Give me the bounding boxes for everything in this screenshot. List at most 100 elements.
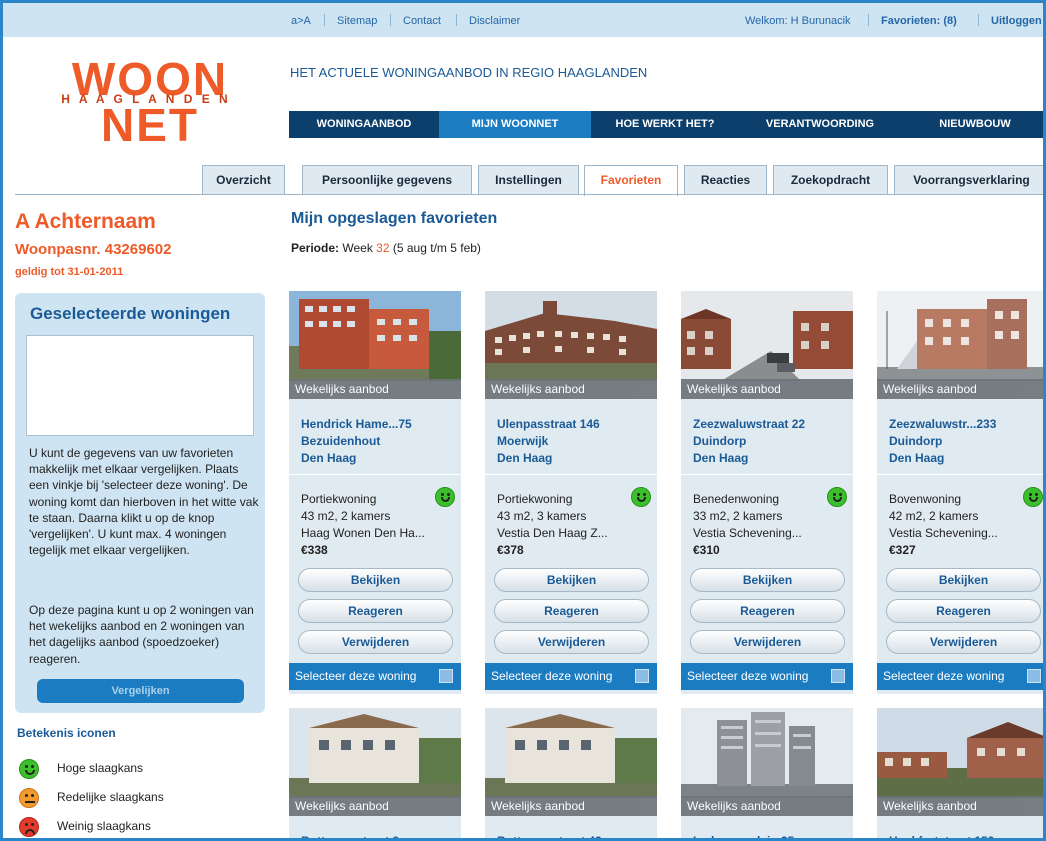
house-photo[interactable] bbox=[485, 708, 657, 798]
react-button[interactable]: Reageren bbox=[690, 599, 845, 623]
offer-label: Wekelijks aanbod bbox=[877, 796, 1043, 816]
legend-high: Hoge slaagkans bbox=[57, 761, 144, 775]
tab-persoonlijke-gegevens[interactable]: Persoonlijke gegevens bbox=[302, 165, 472, 195]
woonnet-logo[interactable]: WOON H A A G L A N D E N NET bbox=[21, 53, 271, 151]
view-button[interactable]: Bekijken bbox=[494, 568, 649, 592]
nav-verantwoording[interactable]: VERANTWOORDING bbox=[739, 111, 901, 138]
account-tabs: Overzicht Persoonlijke gegevens Instelli… bbox=[3, 165, 1043, 196]
housing-corp: Vestia Den Haag Z... bbox=[497, 526, 608, 540]
select-home-checkbox[interactable] bbox=[1027, 669, 1041, 683]
site-tagline: HET ACTUELE WONINGAANBOD IN REGIO HAAGLA… bbox=[290, 65, 648, 80]
remove-button[interactable]: Verwijderen bbox=[298, 630, 453, 654]
house-photo[interactable] bbox=[681, 708, 853, 798]
high-chance-icon bbox=[435, 487, 455, 507]
react-button[interactable]: Reageren bbox=[298, 599, 453, 623]
details-block: Portiekwoning 43 m2, 3 kamers Vestia Den… bbox=[497, 491, 608, 559]
select-home-label[interactable]: Selecteer deze woning bbox=[681, 663, 853, 690]
select-home-checkbox[interactable] bbox=[635, 669, 649, 683]
city: Den Haag bbox=[301, 451, 357, 465]
home-type: Portiekwoning bbox=[301, 492, 377, 506]
address-block[interactable]: Zeezwaluwstr...233 Duindorp Den Haag bbox=[889, 416, 996, 467]
rent-price: €327 bbox=[889, 543, 916, 557]
period-week-word: Week bbox=[342, 241, 373, 255]
tab-favorieten[interactable]: Favorieten bbox=[584, 165, 678, 196]
period-range: (5 aug t/m 5 feb) bbox=[392, 241, 481, 255]
tab-voorrangsverklaring[interactable]: Voorrangsverklaring bbox=[894, 165, 1043, 195]
house-photo[interactable] bbox=[681, 291, 853, 381]
house-photo[interactable] bbox=[289, 708, 461, 798]
tab-zoekopdracht[interactable]: Zoekopdracht bbox=[773, 165, 888, 195]
favorite-card: Wekelijks aanbod Zeezwaluwstraat 22 Duin… bbox=[681, 291, 853, 694]
select-home-label[interactable]: Selecteer deze woning bbox=[877, 663, 1043, 690]
address-block[interactable]: Bottumsestraat 8 bbox=[301, 833, 399, 838]
address-block[interactable]: Hendrick Hame...75 Bezuidenhout Den Haag bbox=[301, 416, 412, 467]
reaction-info-text: Op deze pagina kunt u op 2 woningen van … bbox=[29, 603, 254, 666]
high-chance-icon bbox=[1023, 487, 1043, 507]
rent-price: €310 bbox=[693, 543, 720, 557]
street: Hendrick Hame...75 bbox=[301, 417, 412, 431]
card-divider bbox=[289, 474, 461, 475]
details-block: Bovenwoning 42 m2, 2 kamers Vestia Schev… bbox=[889, 491, 998, 559]
city: Den Haag bbox=[497, 451, 553, 465]
offer-label: Wekelijks aanbod bbox=[485, 379, 657, 399]
nav-hoe-werkt-het[interactable]: HOE WERKT HET? bbox=[591, 111, 739, 138]
address-block[interactable]: Hoekfortstraat 159 bbox=[889, 833, 994, 838]
city: Den Haag bbox=[889, 451, 945, 465]
select-home-checkbox[interactable] bbox=[439, 669, 453, 683]
view-button[interactable]: Bekijken bbox=[690, 568, 845, 592]
select-home-checkbox[interactable] bbox=[831, 669, 845, 683]
remove-button[interactable]: Verwijderen bbox=[886, 630, 1041, 654]
address-block[interactable]: Bottumsestraat 43 bbox=[497, 833, 602, 838]
housing-corp: Haag Wonen Den Ha... bbox=[301, 526, 425, 540]
woonpas-number: Woonpasnr. 43269602 bbox=[15, 241, 172, 258]
offer-label: Wekelijks aanbod bbox=[877, 379, 1043, 399]
remove-button[interactable]: Verwijderen bbox=[494, 630, 649, 654]
page-title: Mijn opgeslagen favorieten bbox=[291, 210, 498, 227]
low-chance-icon bbox=[19, 817, 39, 837]
select-home-label[interactable]: Selecteer deze woning bbox=[289, 663, 461, 690]
select-home-label[interactable]: Selecteer deze woning bbox=[485, 663, 657, 690]
house-photo[interactable] bbox=[485, 291, 657, 381]
nav-woningaanbod[interactable]: WONINGAANBOD bbox=[289, 111, 439, 138]
sitemap-link[interactable]: Sitemap bbox=[337, 15, 377, 27]
favorite-card: Wekelijks aanbod Hoekfortstraat 159 bbox=[877, 708, 1043, 838]
tab-overzicht[interactable]: Overzicht bbox=[202, 165, 285, 195]
nav-nieuwbouw[interactable]: NIEUWBOUW bbox=[901, 111, 1043, 138]
nav-mijn-woonnet[interactable]: MIJN WOONNET bbox=[439, 111, 591, 138]
street: Zeezwaluwstr...233 bbox=[889, 417, 997, 431]
housing-corp: Vestia Schevening... bbox=[693, 526, 802, 540]
tab-reacties[interactable]: Reacties bbox=[684, 165, 767, 195]
home-type: Benedenwoning bbox=[693, 492, 780, 506]
logo-bottom-text: NET bbox=[101, 99, 199, 151]
logout-link[interactable]: Uitloggen bbox=[991, 15, 1042, 27]
remove-button[interactable]: Verwijderen bbox=[690, 630, 845, 654]
details-block: Benedenwoning 33 m2, 2 kamers Vestia Sch… bbox=[693, 491, 802, 559]
house-photo[interactable] bbox=[877, 291, 1043, 381]
compare-button[interactable]: Vergelijken bbox=[37, 679, 244, 703]
selected-homes-heading: Geselecteerde woningen bbox=[30, 304, 231, 323]
home-type: Portiekwoning bbox=[497, 492, 573, 506]
view-button[interactable]: Bekijken bbox=[886, 568, 1041, 592]
address-block[interactable]: Ulenpasstraat 146 Moerwijk Den Haag bbox=[497, 416, 600, 467]
house-photo[interactable] bbox=[877, 708, 1043, 798]
font-size-link[interactable]: a>A bbox=[291, 15, 311, 27]
housing-corp: Vestia Schevening... bbox=[889, 526, 998, 540]
street: Ulenpasstraat 146 bbox=[497, 417, 600, 431]
favorites-link[interactable]: Favorieten: (8) bbox=[881, 15, 957, 27]
address-block[interactable]: Zeezwaluwstraat 22 Duindorp Den Haag bbox=[693, 416, 805, 467]
house-photo[interactable] bbox=[289, 291, 461, 381]
offer-label: Wekelijks aanbod bbox=[485, 796, 657, 816]
details-block: Portiekwoning 43 m2, 2 kamers Haag Wonen… bbox=[301, 491, 425, 559]
favorite-card: Wekelijks aanbod Ledegangplein 35 bbox=[681, 708, 853, 838]
tab-instellingen[interactable]: Instellingen bbox=[478, 165, 579, 195]
react-button[interactable]: Reageren bbox=[886, 599, 1041, 623]
card-divider bbox=[681, 474, 853, 475]
address-block[interactable]: Ledegangplein 35 bbox=[693, 833, 794, 838]
home-type: Bovenwoning bbox=[889, 492, 962, 506]
contact-link[interactable]: Contact bbox=[403, 15, 441, 27]
district: Duindorp bbox=[693, 434, 747, 448]
react-button[interactable]: Reageren bbox=[494, 599, 649, 623]
view-button[interactable]: Bekijken bbox=[298, 568, 453, 592]
high-chance-icon bbox=[827, 487, 847, 507]
disclaimer-link[interactable]: Disclaimer bbox=[469, 15, 520, 27]
